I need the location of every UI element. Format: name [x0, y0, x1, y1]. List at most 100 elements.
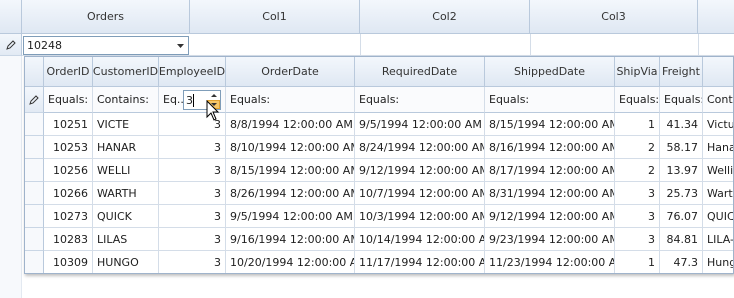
- cell-requireddate[interactable]: 8/24/1994 12:00:00 AM: [355, 136, 485, 159]
- cell-requireddate[interactable]: 10/14/1994 12:00:00 AM: [355, 228, 485, 251]
- cell-shipname[interactable]: Victua: [703, 113, 733, 136]
- orders-combo[interactable]: 10248: [23, 36, 189, 55]
- cell-requireddate[interactable]: 9/12/1994 12:00:00 AM: [355, 159, 485, 182]
- cell-orderid[interactable]: 10309: [44, 251, 93, 273]
- cell-customerid[interactable]: QUICK: [93, 205, 159, 228]
- cell-shippeddate[interactable]: 11/23/1994 12:00:00 AM: [485, 251, 615, 273]
- cell-freight[interactable]: 84.81: [660, 228, 703, 251]
- row-indicator[interactable]: [25, 113, 44, 136]
- filter-shipvia[interactable]: Equals:: [615, 87, 660, 113]
- cell-shipvia[interactable]: 3: [615, 182, 660, 205]
- outer-row-indicator[interactable]: [0, 34, 22, 56]
- cell-orderdate[interactable]: 9/16/1994 12:00:00 AM: [226, 228, 355, 251]
- cell-requireddate[interactable]: 10/7/1994 12:00:00 AM: [355, 182, 485, 205]
- cell-shippeddate[interactable]: 9/23/1994 12:00:00 AM: [485, 228, 615, 251]
- cell-freight[interactable]: 41.34: [660, 113, 703, 136]
- detail-col-header-customerid[interactable]: CustomerID: [93, 57, 159, 87]
- spin-up-button[interactable]: [207, 91, 220, 100]
- cell-freight[interactable]: 13.97: [660, 159, 703, 182]
- cell-shipname[interactable]: Wartia: [703, 182, 733, 205]
- detail-col-header-shipvia[interactable]: ShipVia: [615, 57, 660, 87]
- cell-orderdate[interactable]: 9/5/1994 12:00:00 AM: [226, 205, 355, 228]
- detail-col-header-shipname[interactable]: [703, 57, 733, 87]
- cell-customerid[interactable]: WELLI: [93, 159, 159, 182]
- cell-requireddate[interactable]: 9/5/1994 12:00:00 AM: [355, 113, 485, 136]
- cell-orderdate[interactable]: 8/8/1994 12:00:00 AM: [226, 113, 355, 136]
- cell-orderdate[interactable]: 8/26/1994 12:00:00 AM: [226, 182, 355, 205]
- row-indicator[interactable]: [25, 228, 44, 251]
- cell-shipvia[interactable]: 3: [615, 228, 660, 251]
- orders-combo-button[interactable]: [172, 37, 188, 54]
- filter-orderid[interactable]: Equals:: [44, 87, 93, 113]
- cell-orderid[interactable]: 10251: [44, 113, 93, 136]
- cell-shippeddate[interactable]: 8/16/1994 12:00:00 AM: [485, 136, 615, 159]
- cell-requireddate[interactable]: 10/3/1994 12:00:00 AM: [355, 205, 485, 228]
- detail-col-header-employeeid[interactable]: EmployeeID: [159, 57, 226, 87]
- row-indicator[interactable]: [25, 182, 44, 205]
- cell-freight[interactable]: 58.17: [660, 136, 703, 159]
- cell-orderid[interactable]: 10266: [44, 182, 93, 205]
- cell-shipvia[interactable]: 1: [615, 113, 660, 136]
- detail-col-header-shippeddate[interactable]: ShippedDate: [485, 57, 615, 87]
- filter-orderdate[interactable]: Equals:: [226, 87, 355, 113]
- cell-shippeddate[interactable]: 8/15/1994 12:00:00 AM: [485, 113, 615, 136]
- outer-col-header-empty: [698, 0, 734, 34]
- cell-freight[interactable]: 25.73: [660, 182, 703, 205]
- cell-orderdate[interactable]: 8/10/1994 12:00:00 AM: [226, 136, 355, 159]
- cell-orderdate[interactable]: 10/20/1994 12:00:00 AM: [226, 251, 355, 273]
- cell-freight[interactable]: 47.3: [660, 251, 703, 273]
- outer-col-header-col2[interactable]: Col2: [360, 0, 530, 34]
- cell-customerid[interactable]: VICTE: [93, 113, 159, 136]
- cell-shipname[interactable]: Wellin: [703, 159, 733, 182]
- cell-shipname[interactable]: Hungr: [703, 251, 733, 273]
- cell-shipname[interactable]: QUICK: [703, 205, 733, 228]
- cell-shipvia[interactable]: 3: [615, 205, 660, 228]
- cell-shipvia[interactable]: 1: [615, 251, 660, 273]
- filter-shipname[interactable]: Conta: [703, 87, 733, 113]
- row-indicator[interactable]: [25, 159, 44, 182]
- outer-col-header-col1[interactable]: Col1: [190, 0, 360, 34]
- cell-customerid[interactable]: WARTH: [93, 182, 159, 205]
- cell-customerid[interactable]: LILAS: [93, 228, 159, 251]
- cell-customerid[interactable]: HANAR: [93, 136, 159, 159]
- cell-employeeid[interactable]: 3: [159, 182, 226, 205]
- detail-col-header-orderid[interactable]: OrderID: [44, 57, 93, 87]
- cell-shipname[interactable]: Hanar: [703, 136, 733, 159]
- row-indicator[interactable]: [25, 251, 44, 273]
- filter-operator: Conta: [707, 93, 733, 106]
- detail-col-header-orderdate[interactable]: OrderDate: [226, 57, 355, 87]
- cell-orderid[interactable]: 10253: [44, 136, 93, 159]
- detail-col-label: ShippedDate: [513, 65, 586, 78]
- filter-row-indicator: [25, 87, 44, 113]
- filter-customerid[interactable]: Contains:: [93, 87, 159, 113]
- cell-shippeddate[interactable]: 8/31/1994 12:00:00 AM: [485, 182, 615, 205]
- cell-shippeddate[interactable]: 8/17/1994 12:00:00 AM: [485, 159, 615, 182]
- cell-freight[interactable]: 76.07: [660, 205, 703, 228]
- cell-orderdate[interactable]: 8/15/1994 12:00:00 AM: [226, 159, 355, 182]
- filter-shippeddate[interactable]: Equals:: [485, 87, 615, 113]
- cell-shippeddate[interactable]: 9/12/1994 12:00:00 AM: [485, 205, 615, 228]
- filter-operator: Equals:: [48, 93, 89, 106]
- cell-orderid[interactable]: 10256: [44, 159, 93, 182]
- cell-employeeid[interactable]: 3: [159, 136, 226, 159]
- cell-customerid[interactable]: HUNGO: [93, 251, 159, 273]
- filter-freight[interactable]: Equals:: [660, 87, 703, 113]
- row-indicator[interactable]: [25, 205, 44, 228]
- cell-employeeid[interactable]: 3: [159, 251, 226, 273]
- cell-shipvia[interactable]: 2: [615, 136, 660, 159]
- cell-employeeid[interactable]: 3: [159, 159, 226, 182]
- cell-orderid[interactable]: 10273: [44, 205, 93, 228]
- cell-requireddate[interactable]: 11/17/1994 12:00:00 AM: [355, 251, 485, 273]
- filter-requireddate[interactable]: Equals:: [355, 87, 485, 113]
- detail-col-header-freight[interactable]: Freight: [660, 57, 703, 87]
- cell-employeeid[interactable]: 3: [159, 228, 226, 251]
- cell-employeeid[interactable]: 3: [159, 205, 226, 228]
- chevron-down-icon: [176, 43, 184, 48]
- cell-shipname[interactable]: LILA-S: [703, 228, 733, 251]
- outer-col-header-orders[interactable]: Orders: [22, 0, 190, 34]
- outer-col-header-col3[interactable]: Col3: [530, 0, 698, 34]
- detail-col-header-requireddate[interactable]: RequiredDate: [355, 57, 485, 87]
- row-indicator[interactable]: [25, 136, 44, 159]
- cell-orderid[interactable]: 10283: [44, 228, 93, 251]
- cell-shipvia[interactable]: 2: [615, 159, 660, 182]
